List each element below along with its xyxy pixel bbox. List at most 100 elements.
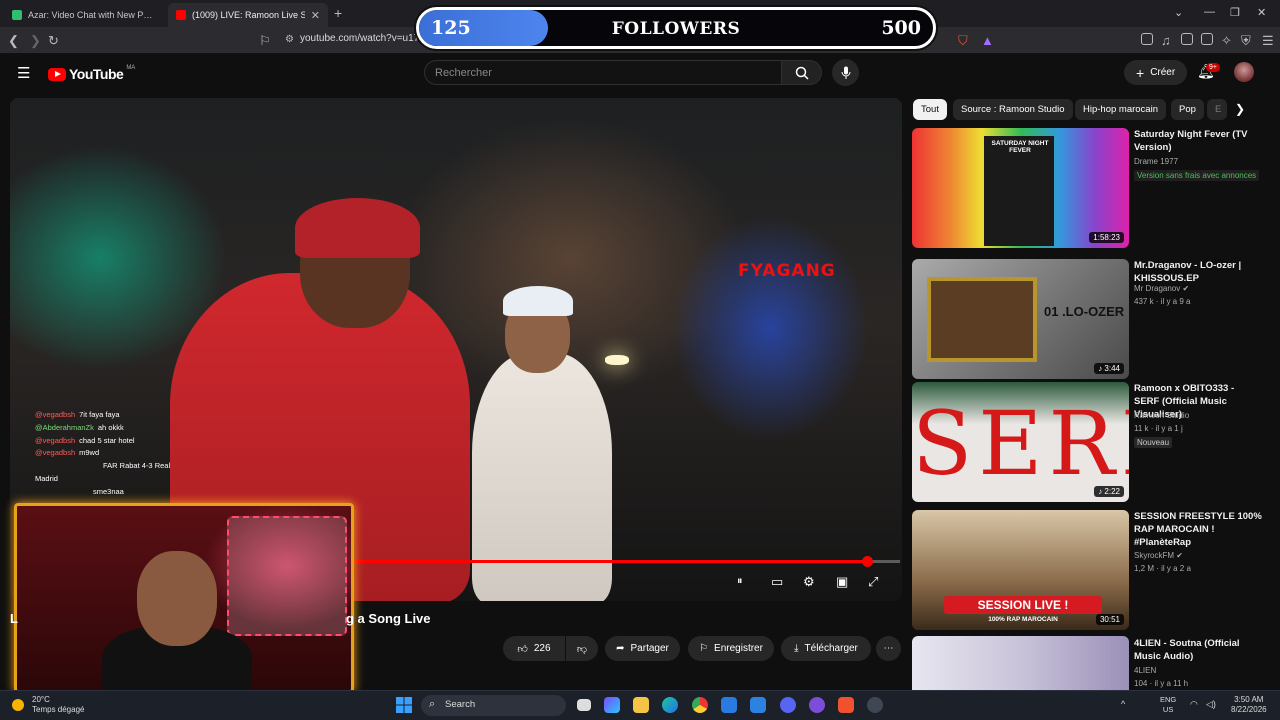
chat-message: @AbderahmanZk ah okkk [35,422,195,435]
share-button[interactable]: ➦ Partager [605,636,680,661]
recommendation-title[interactable]: Mr.Draganov - LO-ozer | KHISSOUS.EP [1134,259,1262,285]
mail-icon[interactable] [721,697,737,713]
duration-badge: ♪ 2:22 [1094,486,1124,497]
save-label: Enregistrer [714,643,763,654]
recommendation-channel[interactable]: Mr Draganov ✔ [1134,284,1189,293]
chat-message: Madrid [35,473,195,486]
app-icon[interactable] [867,697,883,713]
close-tab-icon[interactable]: ✕ [311,9,320,22]
extensions-icon[interactable] [1141,33,1153,45]
chip-more[interactable]: E [1207,99,1227,120]
windows-start-icon[interactable] [396,697,412,713]
video-thumbnail[interactable]: SERF ♪ 2:22 [912,382,1129,502]
language-indicator[interactable]: ENG US [1160,695,1176,715]
recommendation-item[interactable]: 01 .LO-OZER ♪ 3:44 Mr.Draganov - LO-ozer… [912,259,1262,379]
recommendation-item[interactable]: 4LIEN - Soutna (Official Music Audio) 4L… [912,636,1262,690]
autoplay-toggle-icon[interactable]: ⏸ [737,575,743,588]
youtube-logo[interactable]: YouTube MA [48,65,135,82]
tab-azar-label: Azar: Video Chat with New People [28,10,156,20]
search-input[interactable]: Rechercher [424,60,782,85]
hamburger-menu-icon[interactable]: ☰ [17,64,30,82]
minimize-icon[interactable]: — [1204,6,1215,18]
dislike-button[interactable]: 👎︎ [566,636,598,661]
task-view-icon[interactable] [577,699,591,711]
back-icon[interactable]: ❮ [8,33,19,49]
edge-icon[interactable] [662,697,678,713]
recommendation-channel[interactable]: Ramoon Studio [1134,411,1189,420]
chat-username: @vegadbsh [35,435,76,445]
recommendation-channel[interactable]: Drame 1977 [1134,157,1178,166]
maximize-icon[interactable]: ❐ [1230,6,1240,19]
wallet-icon[interactable] [1201,33,1213,45]
reload-icon[interactable]: ↻ [48,33,59,49]
video-thumbnail[interactable] [912,636,1129,690]
video-thumbnail[interactable]: SESSION LIVE ! 100% RAP MAROCAIN 30:51 [912,510,1129,630]
recommendation-title[interactable]: SESSION FREESTYLE 100% RAP MAROCAIN ! #P… [1134,510,1262,549]
chip-hiphop[interactable]: Hip-hop marocain [1075,99,1166,120]
windows-taskbar: 20°C Temps dégagé ⌕ Search ^ ENG US ◠ ◁)… [0,690,1280,720]
recommendation-item[interactable]: SESSION LIVE ! 100% RAP MAROCAIN 30:51 S… [912,510,1262,630]
recommendation-badge: Version sans frais avec annonces [1134,170,1260,181]
video-progress-bar[interactable] [345,556,900,567]
weather-widget[interactable]: 20°C Temps dégagé [12,695,84,715]
search-button[interactable] [781,60,822,85]
settings-icon[interactable]: ⚙ [803,574,815,590]
new-tab-icon[interactable]: + [334,5,342,21]
wifi-icon[interactable]: ◠ [1190,699,1198,710]
copilot-icon[interactable] [604,697,620,713]
tab-azar[interactable]: Azar: Video Chat with New People [4,3,164,27]
recommendation-item[interactable]: SERF ♪ 2:22 Ramoon x OBITO333 - SERF (Of… [912,382,1262,502]
sidebar-icon[interactable] [1181,33,1193,45]
recommendation-title[interactable]: Saturday Night Fever (TV Version) [1134,128,1262,154]
chevron-right-icon[interactable]: ❯ [1235,102,1245,116]
recommendation-channel[interactable]: 4LIEN [1134,666,1156,675]
site-info-icon[interactable]: ⚙ [285,34,294,45]
like-button[interactable]: 👍︎ 226 [503,636,565,661]
fyagang-logo: FYAGANG [738,261,836,281]
thumb-lozer-title: 01 .LO-OZER [1044,304,1125,319]
chat-message: @vegadbsh chad 5 star hotel [35,435,195,448]
recommendation-channel[interactable]: SkyrockFM ✔ [1134,551,1183,560]
subtitles-icon[interactable]: ▭ [771,574,783,590]
tab-youtube[interactable]: (1009) LIVE: Ramoon Live Session ✕ [168,3,328,27]
url-field[interactable]: youtube.com/watch?v=u17 [300,33,419,44]
tab-list-icon[interactable]: ⌄ [1174,6,1183,19]
menu-icon[interactable]: ☰ [1262,33,1274,49]
file-explorer-icon[interactable] [633,697,649,713]
recommendation-item[interactable]: SATURDAY NIGHT FEVER 1:58:23 Saturday Ni… [912,128,1262,248]
video-thumbnail[interactable]: SATURDAY NIGHT FEVER 1:58:23 [912,128,1129,248]
brave-icon[interactable] [838,697,854,713]
taskbar-search[interactable]: ⌕ Search [421,695,566,716]
fullscreen-icon[interactable]: ⤢ [868,574,878,590]
recommendation-title[interactable]: 4LIEN - Soutna (Official Music Audio) [1134,637,1262,663]
leo-icon[interactable]: ✧ [1221,33,1232,49]
rewards-icon[interactable]: ▲ [981,33,994,48]
clock[interactable]: 3:50 AM 8/22/2026 [1231,695,1267,715]
video-scrubber[interactable] [861,556,873,567]
forward-icon[interactable]: ❯ [30,33,41,49]
create-button[interactable]: + Créer [1124,60,1188,85]
download-button[interactable]: ⤓ Télécharger [781,636,871,661]
obs-icon[interactable] [809,697,825,713]
brave-shield-icon[interactable]: ⛉ [958,33,968,49]
more-actions-button[interactable]: ⋯ [876,636,901,661]
volume-icon[interactable]: ◁) [1206,699,1216,710]
chip-all[interactable]: Tout [913,99,947,120]
vpn-icon[interactable]: ⛨ [1241,33,1251,49]
video-thumbnail[interactable]: 01 .LO-OZER ♪ 3:44 [912,259,1129,379]
bookmark-save-icon: ⚐ [699,643,709,654]
chip-source[interactable]: Source : Ramoon Studio [953,99,1073,120]
close-window-icon[interactable]: ✕ [1257,6,1266,19]
media-icon[interactable]: ♫ [1161,33,1171,48]
chip-pop[interactable]: Pop [1171,99,1204,120]
video-person-white-shirt [472,353,612,601]
bookmark-icon[interactable]: ⚐ [259,33,271,49]
voice-search-button[interactable] [832,59,859,86]
discord-icon[interactable] [780,697,796,713]
save-button[interactable]: ⚐ Enregistrer [688,636,774,661]
tray-overflow-icon[interactable]: ^ [1121,699,1125,709]
chrome-icon[interactable] [692,697,708,713]
store-icon[interactable] [750,697,766,713]
theater-mode-icon[interactable]: ▣ [836,574,848,590]
account-avatar[interactable] [1234,62,1254,82]
